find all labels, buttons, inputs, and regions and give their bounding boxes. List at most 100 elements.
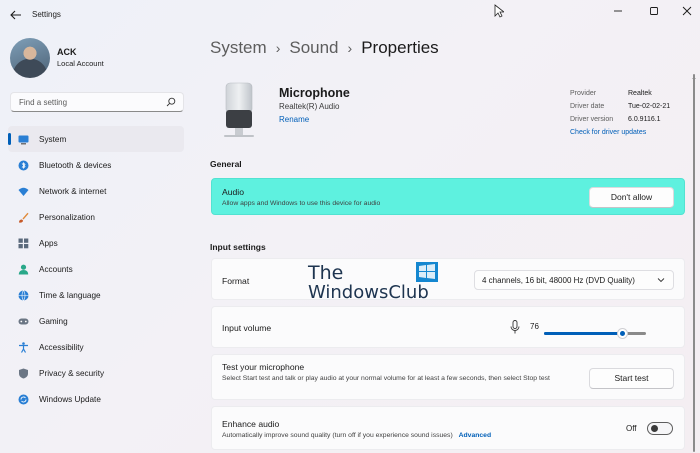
driver-date-label: Driver date (570, 103, 605, 110)
watermark-line2: WindowsClub (308, 282, 429, 303)
device-name: Microphone (279, 86, 350, 100)
back-arrow-icon[interactable] (8, 7, 24, 23)
minimize-button[interactable] (605, 4, 631, 18)
wifi-icon (18, 186, 29, 197)
microphone-icon (220, 82, 258, 138)
breadcrumb: System › Sound › Properties (210, 38, 439, 58)
accessibility-icon (18, 341, 29, 353)
sidebar-item-time-language[interactable]: Time & language (8, 282, 184, 308)
search-input[interactable]: Find a setting (10, 92, 184, 112)
chevron-down-icon (657, 276, 665, 286)
input-volume-value: 76 (530, 322, 539, 331)
advanced-link[interactable]: Advanced (459, 432, 491, 439)
provider-value: Realtek (628, 90, 652, 97)
provider-label: Provider (570, 90, 597, 97)
driver-date-value: Tue-02-02-21 (628, 103, 671, 110)
shield-icon (18, 368, 29, 379)
page-title: Properties (361, 38, 439, 57)
mouse-cursor-icon (494, 4, 506, 23)
sidebar-item-apps[interactable]: Apps (8, 230, 184, 256)
search-icon (166, 97, 176, 109)
format-dropdown[interactable]: 4 channels, 16 bit, 48000 Hz (DVD Qualit… (474, 270, 674, 290)
sidebar-item-label: Apps (39, 238, 58, 248)
sidebar-item-label: Bluetooth & devices (39, 160, 112, 170)
check-driver-updates-link[interactable]: Check for driver updates (570, 126, 646, 139)
brush-icon (18, 212, 29, 223)
general-heading: General (210, 159, 242, 169)
slider-thumb[interactable] (616, 328, 628, 339)
input-volume-slider[interactable] (544, 328, 646, 339)
sidebar-item-label: Windows Update (39, 394, 101, 404)
sidebar-item-accounts[interactable]: Accounts (8, 256, 184, 282)
update-icon (18, 394, 29, 405)
enhance-audio-toggle[interactable] (647, 422, 673, 435)
sidebar-item-network[interactable]: Network & internet (8, 178, 184, 204)
breadcrumb-sound[interactable]: Sound (289, 38, 338, 57)
profile-name: ACK (57, 47, 77, 57)
driver-properties: Provider Realtek Driver date Tue-02-02-21 … (570, 87, 670, 139)
chevron-right-icon: › (275, 40, 281, 56)
person-icon (18, 264, 29, 275)
input-volume-label: Input volume (222, 323, 272, 333)
display-icon (18, 134, 29, 145)
profile-account-type: Local Account (57, 59, 104, 68)
enhance-audio-description: Automatically improve sound quality (tur… (222, 432, 453, 439)
sidebar-item-accessibility[interactable]: Accessibility (8, 334, 184, 360)
windows-logo-icon (416, 262, 438, 282)
format-value: 4 channels, 16 bit, 48000 Hz (DVD Qualit… (482, 276, 635, 285)
gamepad-icon (18, 316, 29, 327)
window-title: Settings (32, 10, 61, 19)
driver-version-value: 6.0.9116.1 (628, 116, 661, 123)
sidebar-item-label: Network & internet (39, 186, 107, 196)
maximize-button[interactable] (641, 4, 667, 18)
scrollbar[interactable] (691, 68, 697, 452)
enhance-audio-state: Off (626, 424, 637, 433)
chevron-right-icon: › (347, 40, 353, 56)
device-driver: Realtek(R) Audio (279, 102, 340, 111)
input-volume-card: Input volume 76 (211, 306, 685, 348)
enhance-audio-description-row: Automatically improve sound quality (tur… (222, 431, 491, 441)
sidebar-item-windows-update[interactable]: Windows Update (8, 386, 184, 412)
enhance-audio-card: Enhance audio Automatically improve soun… (211, 406, 685, 450)
rename-link[interactable]: Rename (279, 115, 309, 124)
watermark-line1: The (308, 262, 344, 284)
audio-description: Allow apps and Windows to use this devic… (222, 200, 381, 207)
start-test-button[interactable]: Start test (589, 368, 674, 389)
scroll-thumb[interactable] (693, 74, 695, 452)
close-button[interactable] (674, 4, 700, 18)
sidebar-item-label: Accounts (39, 264, 73, 274)
test-microphone-description: Select Start test and talk or play audio… (222, 375, 550, 382)
audio-title: Audio (222, 187, 244, 197)
test-microphone-card: Test your microphone Select Start test a… (211, 354, 685, 400)
sidebar-item-label: Accessibility (39, 342, 84, 352)
dont-allow-button[interactable]: Don't allow (589, 187, 674, 208)
search-placeholder: Find a setting (19, 98, 68, 107)
format-label: Format (222, 276, 250, 286)
sidebar-item-system[interactable]: System (8, 126, 184, 152)
breadcrumb-system[interactable]: System (210, 38, 267, 57)
input-settings-heading: Input settings (210, 242, 266, 252)
enhance-audio-title: Enhance audio (222, 419, 280, 429)
apps-grid-icon (18, 238, 29, 249)
sidebar-item-gaming[interactable]: Gaming (8, 308, 184, 334)
audio-card: Audio Allow apps and Windows to use this… (211, 178, 685, 215)
sidebar-item-label: Gaming (39, 316, 68, 326)
sidebar-item-label: System (39, 134, 67, 144)
sidebar-item-personalization[interactable]: Personalization (8, 204, 184, 230)
test-microphone-title: Test your microphone (222, 362, 305, 372)
microphone-small-icon[interactable] (510, 320, 520, 339)
globe-clock-icon (18, 289, 29, 301)
avatar[interactable] (10, 38, 50, 78)
title-bar: Settings (0, 0, 700, 30)
sidebar-nav: System Bluetooth & devices Network & int… (8, 126, 184, 412)
format-card: Format 4 channels, 16 bit, 48000 Hz (DVD… (211, 258, 685, 300)
slider-fill (544, 332, 622, 335)
toggle-knob (651, 425, 658, 432)
sidebar-item-privacy[interactable]: Privacy & security (8, 360, 184, 386)
sidebar-item-bluetooth[interactable]: Bluetooth & devices (8, 152, 184, 178)
driver-version-label: Driver version (570, 116, 614, 123)
sidebar-item-label: Personalization (39, 212, 95, 222)
sidebar-item-label: Time & language (39, 290, 101, 300)
sidebar-item-label: Privacy & security (39, 368, 105, 378)
bluetooth-icon (18, 160, 29, 171)
